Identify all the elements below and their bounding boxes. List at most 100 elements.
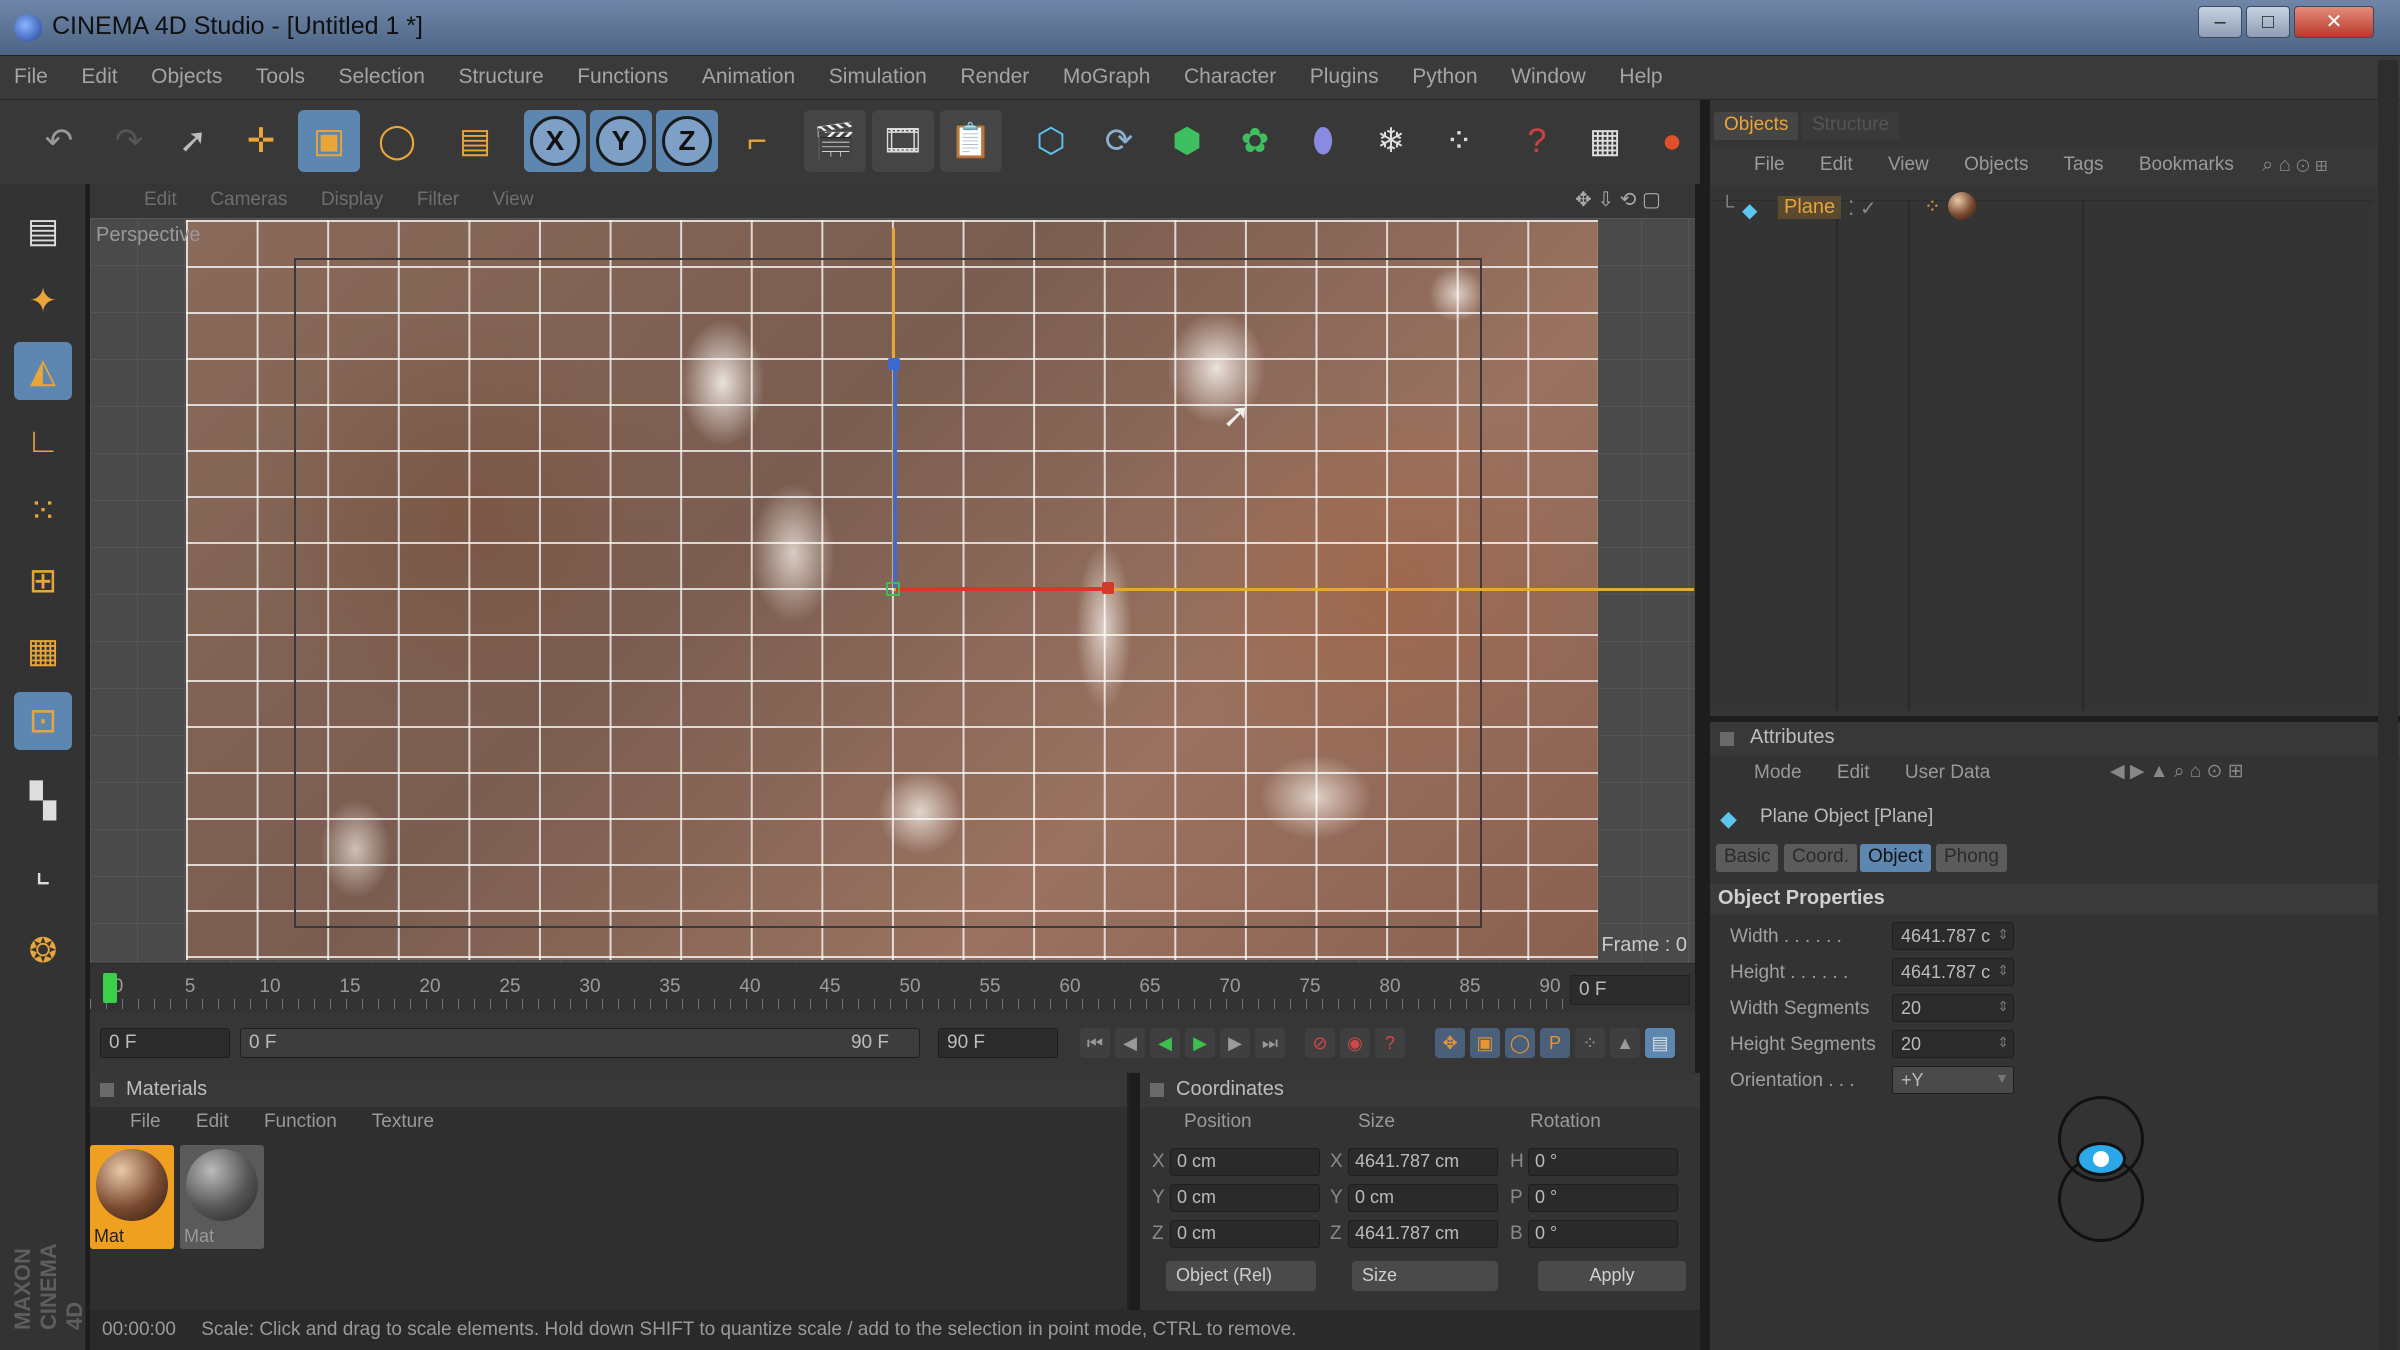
y-axis-lock-button[interactable]: Y <box>590 110 652 172</box>
gizmo-center[interactable] <box>886 582 900 596</box>
size-z-field[interactable]: 4641.787 cm <box>1348 1220 1498 1248</box>
viewport-menu-view[interactable]: View <box>479 184 548 216</box>
perspective-viewport[interactable]: ➚ Perspective Frame : 0 <box>90 218 1695 963</box>
menu-window[interactable]: Window <box>1497 56 1600 98</box>
environment-icon[interactable]: ❄ <box>1360 110 1422 172</box>
object-row-plane[interactable]: └ ◆ Plane ⁚ ✓ ⁘ <box>1716 192 1976 228</box>
spinner-icon[interactable]: ⇕ <box>1997 962 2009 979</box>
minimize-button[interactable]: – <box>2198 6 2242 38</box>
menu-python[interactable]: Python <box>1398 56 1491 98</box>
record-keys-icon[interactable]: ⊘ <box>1305 1028 1335 1058</box>
close-button[interactable]: ✕ <box>2294 6 2374 38</box>
object-menu-bookmarks[interactable]: Bookmarks <box>2139 154 2234 175</box>
material-swatch[interactable]: Mat <box>90 1145 174 1249</box>
menu-simulation[interactable]: Simulation <box>815 56 941 98</box>
menu-animation[interactable]: Animation <box>688 56 809 98</box>
play-forward-icon[interactable]: ▶ <box>1185 1028 1215 1058</box>
size-mode-dropdown[interactable]: Size <box>1352 1261 1498 1291</box>
key-scale-icon[interactable]: ▣ <box>1470 1028 1500 1058</box>
cube-icon[interactable]: ⬡ <box>1020 110 1082 172</box>
render-view-icon[interactable]: 🎬 <box>804 110 866 172</box>
record-icon[interactable]: ● <box>1648 110 1696 172</box>
orientation-dropdown[interactable]: +Y ▼ <box>1892 1066 2014 1094</box>
spline-icon[interactable]: ⟳ <box>1088 110 1150 172</box>
make-editable-icon[interactable]: ✦ <box>14 272 72 330</box>
key-parameter-icon[interactable]: P <box>1540 1028 1570 1058</box>
position-z-field[interactable]: 0 cm <box>1170 1220 1320 1248</box>
tab-object[interactable]: Object <box>1860 844 1931 872</box>
menu-file[interactable]: File <box>0 56 62 98</box>
go-to-end-icon[interactable]: ⏭ <box>1255 1028 1285 1058</box>
viewport-menu-filter[interactable]: Filter <box>403 184 473 216</box>
attributes-nav-icons[interactable]: ◀ ▶ ▲ ⌕ ⌂ ⊙ ⊞ <box>2110 760 2244 783</box>
points-mode-icon[interactable]: ⁙ <box>14 482 72 540</box>
current-frame-field[interactable]: 0 F <box>1570 975 1690 1005</box>
attributes-menu-edit[interactable]: Edit <box>1837 762 1870 783</box>
menu-render[interactable]: Render <box>946 56 1043 98</box>
size-x-field[interactable]: 4641.787 cm <box>1348 1148 1498 1176</box>
end-frame-field[interactable]: 90 F <box>938 1028 1058 1058</box>
width-field[interactable]: 4641.787 c ⇕ <box>1892 922 2014 950</box>
menu-selection[interactable]: Selection <box>325 56 439 98</box>
go-to-start-icon[interactable]: ⏮ <box>1080 1028 1110 1058</box>
object-menu-view[interactable]: View <box>1888 154 1929 175</box>
coordinate-mode-dropdown[interactable]: Object (Rel) <box>1166 1261 1316 1291</box>
model-mode-icon[interactable]: ▤ <box>444 110 506 172</box>
materials-menu-file[interactable]: File <box>130 1111 161 1132</box>
object-mode-icon[interactable]: ◭ <box>14 342 72 400</box>
height-field[interactable]: 4641.787 c ⇕ <box>1892 958 2014 986</box>
timeline-playhead[interactable] <box>103 973 117 1003</box>
menu-character[interactable]: Character <box>1170 56 1290 98</box>
next-key-icon[interactable]: ▶ <box>1220 1028 1250 1058</box>
texture-tag-icon[interactable]: ⁘ <box>1924 194 1941 219</box>
materials-menu-edit[interactable]: Edit <box>196 1111 229 1132</box>
viewport-nav-icons[interactable]: ✥ ⇩ ⟲ ▢ <box>1575 187 1661 212</box>
menu-plugins[interactable]: Plugins <box>1296 56 1393 98</box>
spinner-icon[interactable]: ⇕ <box>1997 998 2009 1015</box>
gizmo-y-knob[interactable] <box>888 358 900 370</box>
scale-icon[interactable]: ▣ <box>298 110 360 172</box>
workplane-icon[interactable]: ▚ <box>14 772 72 830</box>
gizmo-x-knob[interactable] <box>1102 582 1114 594</box>
right-scrollbar[interactable] <box>2378 60 2398 1350</box>
rotate-icon[interactable]: ◯ <box>366 110 428 172</box>
menu-help[interactable]: Help <box>1605 56 1676 98</box>
x-axis-lock-button[interactable]: X <box>524 110 586 172</box>
menu-tools[interactable]: Tools <box>242 56 319 98</box>
visibility-dots-icon[interactable]: ⁚ ✓ <box>1848 196 1877 221</box>
auto-key-icon[interactable]: ◉ <box>1340 1028 1370 1058</box>
tab-phong[interactable]: Phong <box>1936 844 2007 872</box>
play-backward-icon[interactable]: ◀ <box>1150 1028 1180 1058</box>
width-segments-field[interactable]: 20 ⇕ <box>1892 994 2014 1022</box>
edges-mode-icon[interactable]: ⊞ <box>14 552 72 610</box>
menu-edit[interactable]: Edit <box>67 56 131 98</box>
menu-structure[interactable]: Structure <box>444 56 557 98</box>
render-settings-icon[interactable]: 📋 <box>940 110 1002 172</box>
start-frame-field[interactable]: 0 F <box>100 1028 230 1058</box>
rotation-p-field[interactable]: 0 ° <box>1528 1184 1678 1212</box>
position-y-field[interactable]: 0 cm <box>1170 1184 1320 1212</box>
sculpt-icon[interactable]: ❂ <box>14 922 72 980</box>
rotation-h-field[interactable]: 0 ° <box>1528 1148 1678 1176</box>
key-pla-icon[interactable]: ⁘ <box>1575 1028 1605 1058</box>
key-position-icon[interactable]: ✥ <box>1435 1028 1465 1058</box>
object-name[interactable]: Plane <box>1778 196 1842 219</box>
move-icon[interactable]: ✛ <box>230 110 292 172</box>
materials-menu-function[interactable]: Function <box>264 1111 337 1132</box>
menu-objects[interactable]: Objects <box>137 56 236 98</box>
polygons-mode-icon[interactable]: ▦ <box>14 622 72 680</box>
key-rotation-icon[interactable]: ◯ <box>1505 1028 1535 1058</box>
viewport-menu-cameras[interactable]: Cameras <box>196 184 301 216</box>
gizmo-x-handle[interactable] <box>896 587 1106 591</box>
nurbs-icon[interactable]: ⬢ <box>1156 110 1218 172</box>
attributes-menu-mode[interactable]: Mode <box>1754 762 1802 783</box>
object-menu-tags[interactable]: Tags <box>2063 154 2103 175</box>
tab-structure[interactable]: Structure <box>1802 112 1900 140</box>
tab-basic[interactable]: Basic <box>1716 844 1779 872</box>
keyframe-selection-icon[interactable]: ? <box>1375 1028 1405 1058</box>
help-icon[interactable]: ? <box>1506 110 1568 172</box>
redo-icon[interactable]: ↷ <box>98 110 160 172</box>
height-segments-field[interactable]: 20 ⇕ <box>1892 1030 2014 1058</box>
interpolation-icon[interactable]: ▲ <box>1610 1028 1640 1058</box>
array-icon[interactable]: ✿ <box>1224 110 1286 172</box>
